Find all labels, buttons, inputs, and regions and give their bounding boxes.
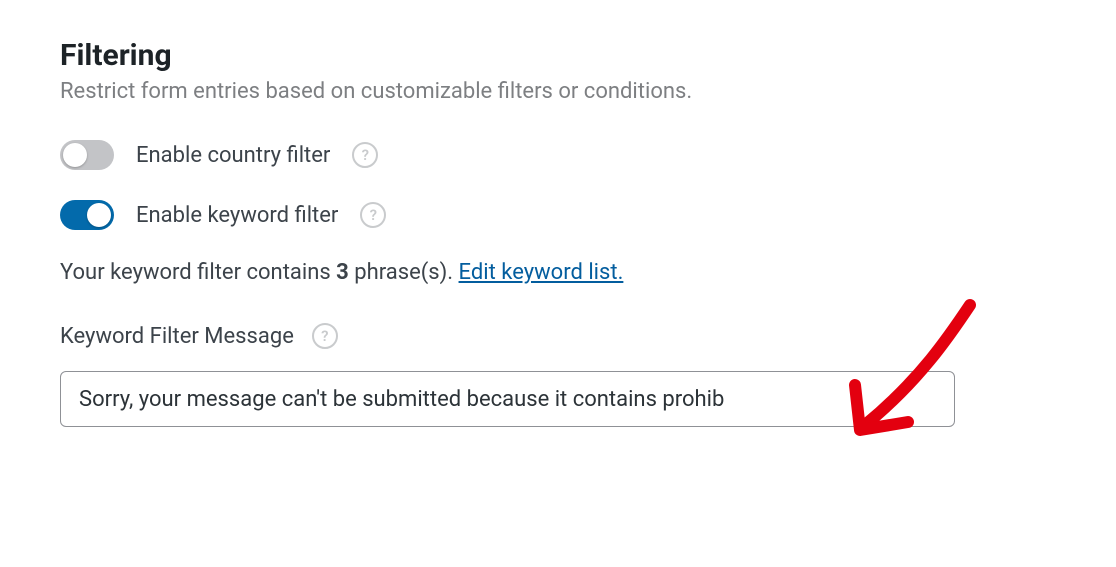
keyword-filter-message-input[interactable] (60, 371, 955, 427)
keyword-filter-label: Enable keyword filter (136, 203, 338, 228)
keyword-filter-toggle[interactable] (60, 200, 114, 230)
help-icon[interactable]: ? (312, 323, 338, 349)
country-filter-label: Enable country filter (136, 143, 330, 168)
help-icon[interactable]: ? (360, 202, 386, 228)
section-title: Filtering (60, 38, 1056, 73)
keyword-phrase-count: 3 (336, 260, 349, 285)
edit-keyword-list-link[interactable]: Edit keyword list. (459, 260, 624, 285)
message-field-label-row: Keyword Filter Message ? (60, 323, 1056, 349)
country-filter-toggle[interactable] (60, 140, 114, 170)
keyword-info-prefix: Your keyword filter contains (60, 260, 336, 285)
keyword-info-line: Your keyword filter contains 3 phrase(s)… (60, 260, 1056, 285)
help-icon[interactable]: ? (352, 142, 378, 168)
section-description: Restrict form entries based on customiza… (60, 79, 1056, 104)
keyword-filter-row: Enable keyword filter ? (60, 200, 1056, 230)
keyword-info-suffix: phrase(s). (349, 260, 459, 285)
country-filter-row: Enable country filter ? (60, 140, 1056, 170)
toggle-knob (87, 203, 111, 227)
keyword-filter-message-label: Keyword Filter Message (60, 324, 294, 349)
toggle-knob (63, 143, 87, 167)
